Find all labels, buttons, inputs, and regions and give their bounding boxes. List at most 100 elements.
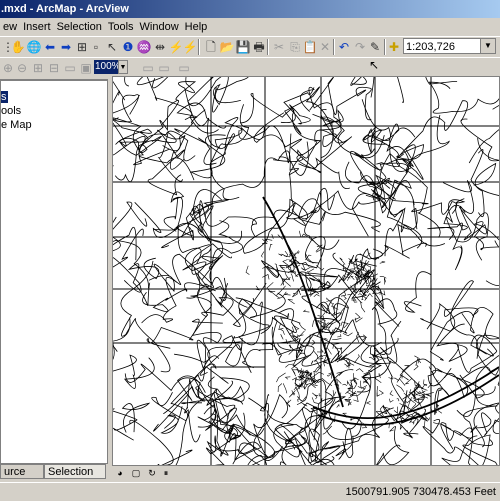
road-line bbox=[113, 241, 149, 289]
street-segment bbox=[384, 278, 386, 285]
cut-icon[interactable]: ✂ bbox=[271, 39, 287, 55]
map-display[interactable] bbox=[112, 76, 500, 466]
window-title: .mxd - ArcMap - ArcView bbox=[1, 0, 129, 18]
tab-source[interactable]: urce bbox=[0, 464, 44, 479]
street-segment bbox=[304, 310, 310, 312]
road-line bbox=[113, 317, 130, 362]
menu-window[interactable]: Window bbox=[137, 18, 182, 37]
toc-schools-layer[interactable]: ools bbox=[1, 105, 21, 117]
back-icon[interactable]: ⬅ bbox=[42, 39, 58, 55]
street-segment bbox=[351, 276, 354, 280]
undo-icon[interactable]: ↶ bbox=[336, 39, 352, 55]
road-line bbox=[125, 364, 244, 401]
full-page-icon[interactable]: ▭ bbox=[62, 60, 78, 76]
street-segment bbox=[328, 330, 332, 334]
road-line bbox=[430, 311, 474, 360]
toc-base-map-layer[interactable]: e Map bbox=[1, 119, 32, 131]
fixed-zoom-in-icon[interactable]: ⊞ bbox=[30, 60, 46, 76]
street-segment bbox=[309, 267, 316, 268]
info-icon[interactable]: ❶ bbox=[120, 39, 136, 55]
draw-icon[interactable]: ⚡ bbox=[182, 39, 198, 55]
map-canvas bbox=[113, 77, 499, 465]
street-segment bbox=[367, 401, 371, 404]
menu-insert[interactable]: Insert bbox=[20, 18, 54, 37]
focus-frame-icon[interactable]: ▭ bbox=[156, 60, 172, 76]
menu-tools[interactable]: Tools bbox=[105, 18, 137, 37]
street-segment bbox=[283, 383, 287, 393]
layout-view-icon[interactable]: ▢ bbox=[130, 467, 142, 479]
clear-selection-icon[interactable]: ▫ bbox=[88, 39, 104, 55]
measure-icon[interactable]: ⇹ bbox=[152, 39, 168, 55]
street-segment bbox=[324, 363, 326, 367]
delete-icon[interactable]: ✕ bbox=[317, 39, 333, 55]
road-line bbox=[404, 272, 431, 313]
layout-zoom-field[interactable]: 100% bbox=[94, 60, 118, 74]
window-title-bar: .mxd - ArcMap - ArcView bbox=[0, 0, 500, 18]
road-line bbox=[212, 419, 261, 465]
road-line bbox=[428, 223, 463, 270]
street-segment bbox=[354, 278, 364, 286]
save-icon[interactable]: 💾 bbox=[235, 39, 251, 55]
edit-tool-icon[interactable]: ✎ bbox=[367, 39, 383, 55]
copy-icon[interactable]: ⎘ bbox=[287, 39, 303, 55]
street-segment bbox=[343, 333, 353, 336]
change-layout-icon[interactable]: ▭ bbox=[176, 60, 192, 76]
pause-drawing-icon[interactable]: ⏸ bbox=[160, 467, 172, 479]
street-segment bbox=[340, 258, 345, 265]
street-segment bbox=[284, 294, 290, 296]
street-segment bbox=[337, 334, 341, 337]
forward-icon[interactable]: ➡ bbox=[58, 39, 74, 55]
street-segment bbox=[429, 367, 431, 370]
toggle-draft-icon[interactable]: ▭ bbox=[140, 60, 156, 76]
street-segment bbox=[339, 279, 342, 283]
new-icon[interactable]: 🗋 bbox=[203, 39, 219, 55]
street-segment bbox=[337, 405, 339, 408]
street-segment bbox=[291, 274, 294, 282]
zoom-out-page-icon[interactable]: ⊖ bbox=[14, 60, 30, 76]
select-icon[interactable]: ↖ bbox=[104, 39, 120, 55]
road-line bbox=[351, 77, 402, 85]
fixed-zoom-out-icon[interactable]: ⊟ bbox=[46, 60, 62, 76]
street-segment bbox=[293, 370, 296, 376]
road-line bbox=[147, 286, 209, 348]
menu-selection[interactable]: Selection bbox=[54, 18, 105, 37]
street-segment bbox=[412, 403, 416, 409]
street-segment bbox=[281, 334, 284, 339]
mouse-pointer-icon: ↖ bbox=[369, 58, 379, 72]
street-segment bbox=[288, 400, 291, 403]
menu-view[interactable]: ew bbox=[0, 18, 20, 37]
road-line bbox=[366, 176, 403, 257]
street-segment bbox=[246, 266, 249, 275]
street-segment bbox=[353, 373, 354, 382]
road-line bbox=[137, 77, 192, 120]
redo-icon[interactable]: ↷ bbox=[352, 39, 368, 55]
globe-icon[interactable]: 🌐 bbox=[26, 39, 42, 55]
street-segment bbox=[342, 384, 347, 385]
road-line bbox=[149, 254, 214, 291]
street-segment bbox=[319, 393, 320, 396]
road-line bbox=[113, 77, 141, 86]
road-line bbox=[142, 277, 177, 323]
add-data-icon[interactable]: ✚ bbox=[386, 39, 402, 55]
whole-page-icon[interactable]: ▣ bbox=[78, 60, 94, 76]
road-line bbox=[212, 77, 249, 112]
chevron-down-icon[interactable]: ▼ bbox=[118, 60, 128, 74]
tab-selection[interactable]: Selection bbox=[44, 464, 106, 479]
find-icon[interactable]: ♒ bbox=[136, 39, 152, 55]
pan-icon[interactable]: ✋ bbox=[10, 39, 26, 55]
toc-layers[interactable]: s bbox=[1, 91, 8, 103]
print-icon[interactable]: 🖶 bbox=[251, 39, 267, 55]
paste-icon[interactable]: 📋 bbox=[302, 39, 318, 55]
street-segment bbox=[397, 379, 405, 386]
chevron-down-icon[interactable]: ▼ bbox=[480, 39, 495, 53]
street-segment bbox=[266, 239, 273, 242]
data-view-icon[interactable]: ◕ bbox=[114, 467, 126, 479]
open-icon[interactable]: 📂 bbox=[219, 39, 235, 55]
street-segment bbox=[269, 244, 272, 250]
street-segment bbox=[291, 272, 296, 273]
map-scale-combobox[interactable]: 1:203,726 ▼ bbox=[403, 38, 496, 54]
refresh-icon[interactable]: ↻ bbox=[146, 467, 158, 479]
menu-help[interactable]: Help bbox=[182, 18, 211, 37]
street-segment bbox=[322, 378, 332, 386]
road-line bbox=[113, 118, 151, 147]
